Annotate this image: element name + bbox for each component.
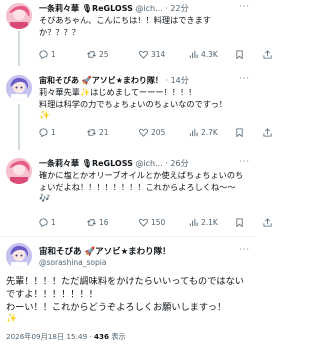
author-name-suffix[interactable]: 🚀アソビ★まわり隊！ (79, 76, 163, 85)
views-icon (189, 128, 198, 137)
tweet-1[interactable]: 一条莉々華 🎙ReGLOSS @ich... · 22分 ··· そびあちゃん、… (0, 0, 272, 66)
tweet-3[interactable]: 一条莉々華 🎙ReGLOSS @ich... · 26分 ··· 確かに塩とかオ… (0, 152, 272, 234)
tweet-text: 確かに塩とかオリーブオイルとか使えばちょちょいのちょいだよね！！！！！！！！これ… (39, 170, 244, 192)
heart-icon (139, 218, 148, 227)
views-button[interactable]: 4.3K (189, 50, 218, 59)
reply-icon (39, 128, 48, 137)
reply-icon (39, 218, 48, 227)
handle[interactable]: @ich... (135, 4, 162, 13)
share-icon[interactable] (263, 50, 272, 59)
tweet-footer: 2026年09月18日 15:49 · 436 表示 (6, 332, 126, 341)
like-button[interactable]: 205 (139, 128, 165, 137)
views-icon (189, 218, 198, 227)
avatar[interactable] (6, 75, 32, 101)
author-name[interactable]: 宙和そびあ (39, 76, 79, 85)
author-name[interactable]: 一条莉々華 (39, 4, 79, 13)
bookmark-icon[interactable] (235, 50, 244, 59)
repost-button[interactable]: 16 (87, 218, 109, 227)
tweet-text: そびあちゃん、こんにちは！！料理はできますか？？？？ (39, 15, 211, 37)
music-note-emoji-icon: 🎶 (39, 194, 51, 204)
tweet-text: 先輩！！！！ただ調味料をかけたらいいってものではないですよ！！！！！！！ わーい… (6, 276, 244, 313)
like-button[interactable]: 314 (139, 50, 165, 59)
reply-button[interactable]: 1 (39, 50, 56, 59)
repost-button[interactable]: 21 (87, 128, 109, 137)
post-date[interactable]: 2026年09月18日 15:49 (6, 332, 87, 341)
bookmark-icon[interactable] (235, 128, 244, 137)
more-icon[interactable]: ··· (239, 74, 250, 83)
reply-icon (39, 50, 48, 59)
repost-icon (87, 219, 96, 226)
reply-button[interactable]: 1 (39, 128, 56, 137)
share-icon[interactable] (263, 128, 272, 137)
handle[interactable]: @sorashina_sopia (39, 258, 106, 267)
views-count: 436 (94, 332, 110, 341)
main-tweet: 宙和そびあ 🚀アソビ★まわり隊！ @sorashina_sopia ··· 先輩… (0, 237, 256, 350)
timestamp[interactable]: 26分 (170, 159, 188, 168)
tweet-text: 莉々華先輩✨はじめましてーーー！！！！ 料理は科学の力でちょちょいのちょいなので… (39, 87, 227, 109)
views-button[interactable]: 2.7K (189, 128, 218, 137)
bookmark-icon[interactable] (235, 218, 244, 227)
avatar[interactable] (6, 243, 32, 269)
author-name[interactable]: 一条莉々華 (39, 159, 79, 168)
tweet-2[interactable]: 宙和そびあ 🚀アソビ★まわり隊！ · 14分 ··· 莉々華先輩✨はじめましてー… (0, 70, 272, 150)
views-icon (189, 50, 198, 59)
views-label: 表示 (111, 332, 126, 341)
sparkle-emoji-icon: ✨ (6, 314, 18, 324)
more-icon[interactable]: ··· (239, 157, 250, 166)
handle[interactable]: @ich... (135, 159, 162, 168)
timestamp[interactable]: 14分 (171, 76, 189, 85)
heart-icon (139, 128, 148, 137)
share-icon[interactable] (263, 218, 272, 227)
author-name-suffix[interactable]: 🎙ReGLOSS (79, 159, 133, 168)
author-name-suffix[interactable]: 🎙ReGLOSS (79, 4, 133, 13)
heart-icon (139, 50, 148, 59)
repost-icon (87, 129, 96, 136)
repost-icon (87, 51, 96, 58)
repost-button[interactable]: 25 (87, 50, 109, 59)
like-button[interactable]: 150 (139, 218, 165, 227)
author-name[interactable]: 宙和そびあ 🚀アソビ★まわり隊！ (39, 245, 171, 257)
more-icon[interactable]: ··· (239, 2, 250, 11)
sparkle-emoji-icon: ✨ (39, 111, 51, 121)
views-button[interactable]: 2.1K (189, 218, 218, 227)
timestamp[interactable]: 22分 (170, 4, 188, 13)
avatar[interactable] (6, 3, 32, 29)
more-icon[interactable]: ··· (239, 245, 250, 254)
reply-button[interactable]: 1 (39, 218, 56, 227)
avatar[interactable] (6, 158, 32, 184)
